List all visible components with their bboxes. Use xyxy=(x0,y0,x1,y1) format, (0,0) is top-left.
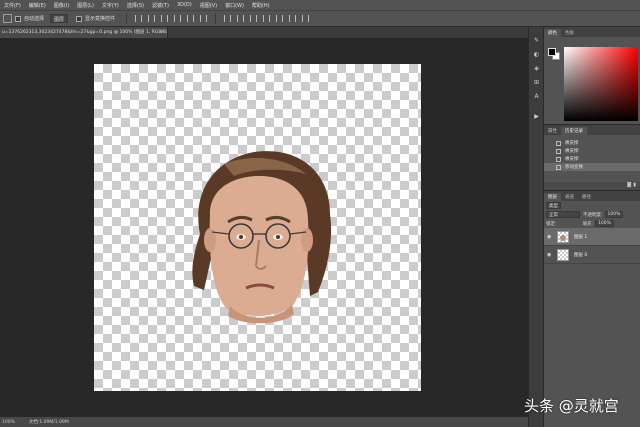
character-icon[interactable]: A xyxy=(533,93,540,100)
tab-paths[interactable]: 路径 xyxy=(578,193,595,201)
menu-type[interactable]: 文字(Y) xyxy=(98,2,123,9)
left-ear xyxy=(204,228,216,252)
trash-icon[interactable]: ▮ xyxy=(633,182,636,188)
tab-properties[interactable]: 属性 xyxy=(544,127,561,135)
menu-filter[interactable]: 滤镜(T) xyxy=(148,2,173,9)
eraser-icon xyxy=(556,156,561,162)
menu-bar: 文件(F) 编辑(E) 图像(I) 图层(L) 文字(Y) 选择(S) 滤镜(T… xyxy=(0,0,640,10)
layer-thumbnail xyxy=(557,248,569,261)
lock-row: 锁定: 填充: 100% xyxy=(544,219,640,228)
distribute-hcenter-icon[interactable] xyxy=(276,15,284,22)
menu-image[interactable]: 图像(I) xyxy=(50,2,73,9)
distribute-top-icon[interactable] xyxy=(224,15,232,22)
history-item[interactable]: 橡皮擦 xyxy=(544,155,640,163)
align-hcenter-icon[interactable] xyxy=(187,15,195,22)
auto-align-icon[interactable] xyxy=(302,15,310,22)
history-panel: 属性 历史记录 橡皮擦 橡皮擦 橡皮擦 移动变换 ◙ ▮ xyxy=(544,124,640,190)
move-tool-icon[interactable] xyxy=(3,14,12,23)
eraser-icon xyxy=(556,140,561,146)
menu-help[interactable]: 帮助(H) xyxy=(248,2,274,9)
menu-file[interactable]: 文件(F) xyxy=(0,2,25,9)
menu-3d[interactable]: 3D(D) xyxy=(173,2,196,8)
tab-history[interactable]: 历史记录 xyxy=(561,127,587,135)
watermark: 头条 @灵就宫 xyxy=(524,397,619,415)
fill-label: 填充: xyxy=(582,221,594,227)
document-tab-bar: u=1376262313,3023427478&fm=27&gp=0.png @… xyxy=(0,27,528,38)
right-ear xyxy=(301,228,313,252)
history-icon[interactable]: ⊞ xyxy=(533,79,540,86)
play-icon[interactable]: ▶ xyxy=(533,113,540,120)
document-canvas[interactable] xyxy=(94,64,421,391)
snapshot-icon[interactable]: ◙ xyxy=(627,182,632,188)
distribute-vcenter-icon[interactable] xyxy=(237,15,245,22)
right-panels: 颜色 色板 属性 历史记录 橡皮擦 橡皮擦 橡皮擦 移动变换 ◙ ▮ 图层 通道… xyxy=(544,27,640,427)
layer-row[interactable]: ◉ 图层 1 xyxy=(544,228,640,246)
history-footer: ◙ ▮ xyxy=(544,182,640,190)
opacity-label: 不透明度: xyxy=(583,212,603,218)
close-icon[interactable]: × xyxy=(160,29,164,35)
color-picker-field[interactable] xyxy=(564,47,638,121)
zoom-level[interactable]: 100% xyxy=(2,420,15,425)
align-left-icon[interactable] xyxy=(174,15,182,22)
menu-window[interactable]: 窗口(W) xyxy=(221,2,248,9)
eye-icon[interactable]: ◉ xyxy=(547,234,554,240)
status-bar: 100% 文档:1.09M/1.09M xyxy=(0,417,528,427)
foreground-color-swatch[interactable] xyxy=(548,48,556,56)
document-tab-title: u=1376262313,3023427478&fm=27&gp=0.png @… xyxy=(2,30,168,35)
canvas-area[interactable] xyxy=(0,38,528,417)
adjust-icon[interactable]: ◐ xyxy=(533,51,540,58)
color-panel xyxy=(544,37,640,124)
history-item[interactable]: 移动变换 xyxy=(544,163,640,171)
blend-mode-dropdown[interactable]: 正常 xyxy=(546,211,580,218)
layer-filter-row: 类型 xyxy=(544,201,640,210)
document-size: 文档:1.09M/1.09M xyxy=(28,420,69,425)
color-panel-tabs: 颜色 色板 xyxy=(544,27,640,37)
eraser-icon xyxy=(556,148,561,154)
fill-input[interactable]: 100% xyxy=(595,220,614,227)
layer-name: 图层 1 xyxy=(574,234,588,240)
tab-layers[interactable]: 图层 xyxy=(544,193,561,201)
opacity-input[interactable]: 100% xyxy=(604,211,624,218)
layer-thumbnail xyxy=(557,230,569,243)
menu-edit[interactable]: 编辑(E) xyxy=(25,2,50,9)
eye-icon[interactable]: ◉ xyxy=(547,252,554,258)
tab-channels[interactable]: 通道 xyxy=(561,193,578,201)
options-bar: 自动选择 图层 显示变换控件 xyxy=(0,10,640,27)
layers-panel: 图层 通道 路径 类型 正常 不透明度: 100% 锁定: 填充: 100% ◉… xyxy=(544,190,640,427)
align-right-icon[interactable] xyxy=(200,15,208,22)
align-vcenter-icon[interactable] xyxy=(148,15,156,22)
menu-view[interactable]: 视图(V) xyxy=(196,2,221,9)
layer-kind-filter[interactable]: 类型 xyxy=(546,202,561,209)
show-transform-label: 显示变换控件 xyxy=(85,16,116,22)
history-item[interactable]: 橡皮擦 xyxy=(544,139,640,147)
tab-color[interactable]: 颜色 xyxy=(544,29,561,37)
history-item[interactable]: 橡皮擦 xyxy=(544,147,640,155)
transform-icon xyxy=(556,164,561,170)
style-icon[interactable]: ◈ xyxy=(533,65,540,72)
layer-name: 图层 0 xyxy=(574,252,588,258)
distribute-bottom-icon[interactable] xyxy=(250,15,258,22)
layer-row[interactable]: ◉ 图层 0 xyxy=(544,246,640,264)
show-transform-checkbox[interactable] xyxy=(76,15,83,22)
divider xyxy=(126,13,128,24)
auto-select-target-dropdown[interactable]: 图层 xyxy=(50,14,69,23)
distribute-left-icon[interactable] xyxy=(263,15,271,22)
menu-select[interactable]: 选择(S) xyxy=(123,2,148,9)
align-top-icon[interactable] xyxy=(135,15,143,22)
portrait-image xyxy=(192,151,332,324)
menu-layer[interactable]: 图层(L) xyxy=(73,2,98,9)
document-tab[interactable]: u=1376262313,3023427478&fm=27&gp=0.png @… xyxy=(0,27,168,38)
panel-icon-strip: ✎ ◐ ◈ ⊞ A ▶ xyxy=(528,27,544,427)
auto-select-label: 自动选择 xyxy=(24,16,45,22)
lock-label: 锁定: xyxy=(546,221,557,227)
distribute-right-icon[interactable] xyxy=(289,15,297,22)
tab-swatches[interactable]: 色板 xyxy=(561,29,578,37)
brush-icon[interactable]: ✎ xyxy=(533,37,540,44)
auto-select-checkbox[interactable] xyxy=(15,15,21,22)
blend-row: 正常 不透明度: 100% xyxy=(544,210,640,219)
divider xyxy=(215,13,217,24)
history-panel-tabs: 属性 历史记录 xyxy=(544,125,640,135)
layers-panel-tabs: 图层 通道 路径 xyxy=(544,191,640,201)
align-bottom-icon[interactable] xyxy=(161,15,169,22)
